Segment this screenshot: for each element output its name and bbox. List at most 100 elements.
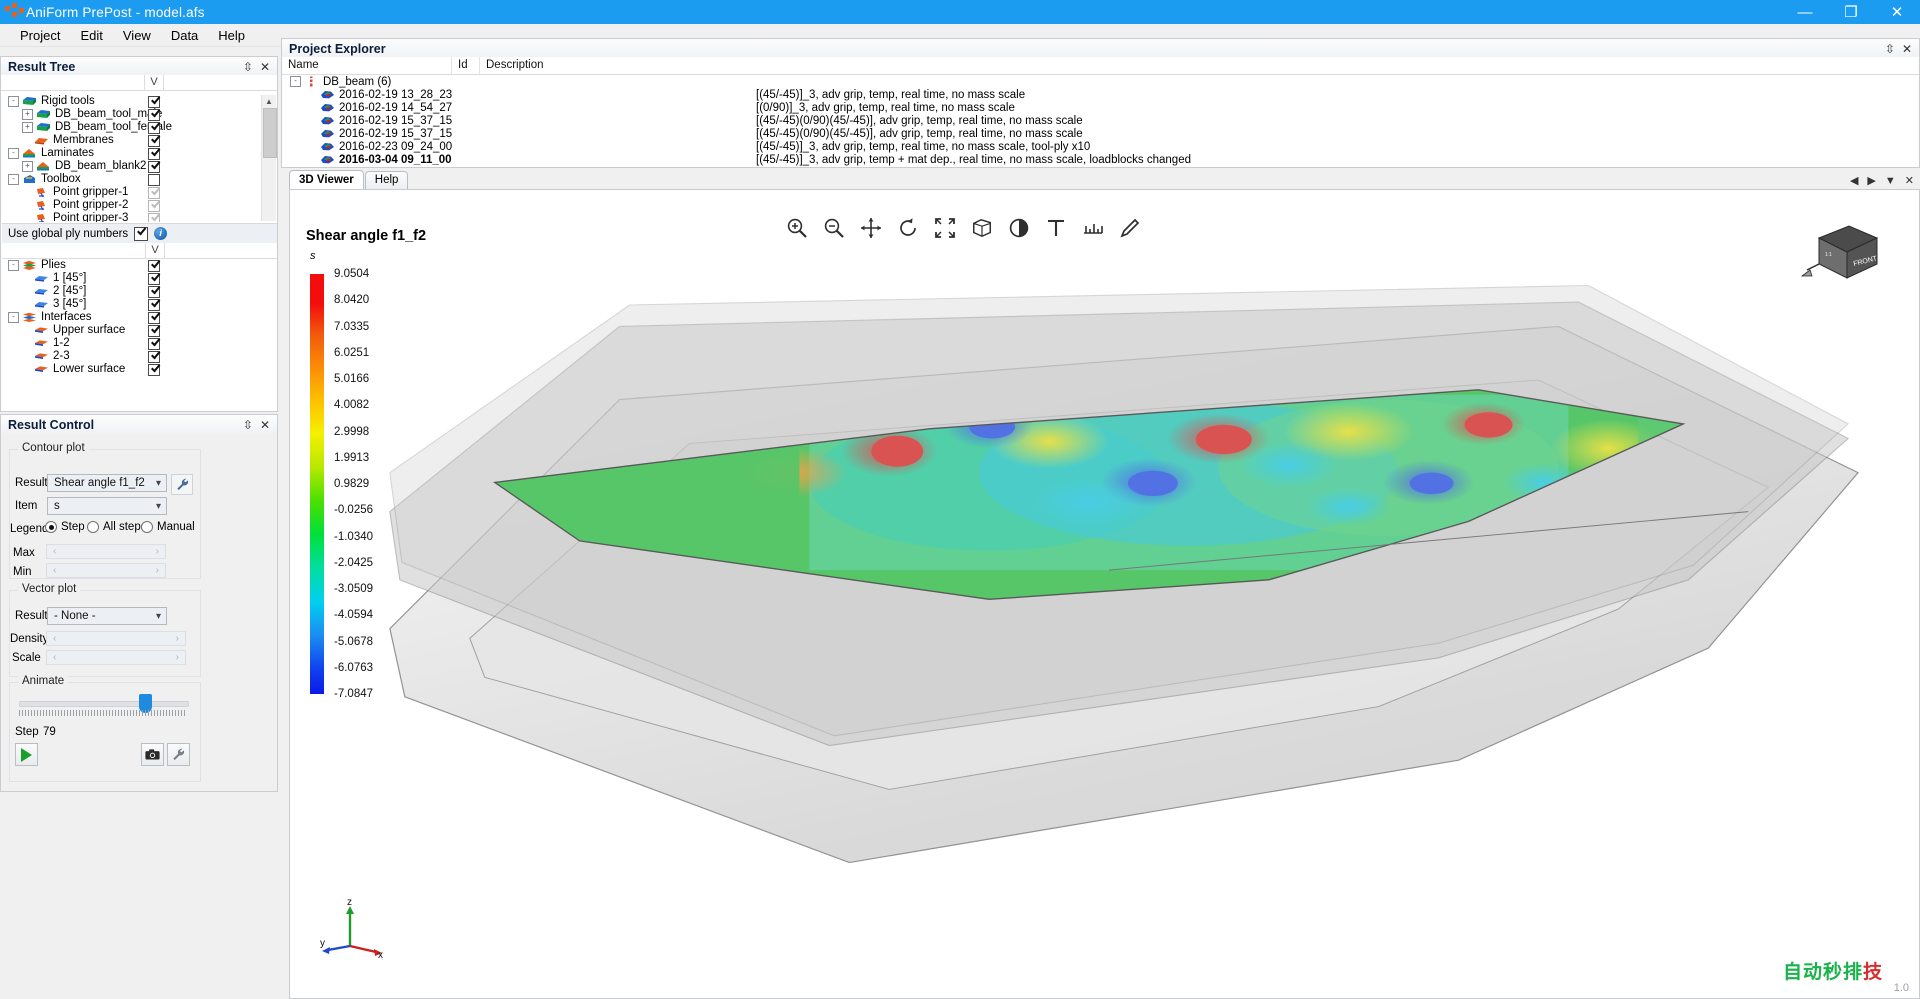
tree-item-membranes[interactable]: Membranes: [2, 134, 278, 147]
tree-item-visibility-checkbox[interactable]: [148, 122, 160, 134]
pin-icon[interactable]: ⇳: [243, 60, 253, 74]
close-button[interactable]: ✕: [1874, 0, 1920, 24]
tab-menu-icon[interactable]: ▼: [1885, 175, 1896, 187]
tree-item-db-beam-tool-female[interactable]: +DB_beam_tool_female: [2, 121, 278, 134]
tree-item-visibility-checkbox[interactable]: [148, 200, 160, 212]
nudge-left-icon[interactable]: ‹: [53, 565, 56, 576]
tree-item-visibility-checkbox[interactable]: [148, 299, 160, 311]
project-explorer-row[interactable]: 2016-02-23 09_24_00[(45/-45)]_3, adv gri…: [282, 140, 1919, 153]
tree-item-point-gripper-2[interactable]: Point gripper-2: [2, 199, 278, 212]
tab-prev-icon[interactable]: ◀: [1850, 174, 1858, 187]
model-render[interactable]: [290, 190, 1919, 998]
tab-next-icon[interactable]: ▶: [1867, 174, 1875, 187]
close-icon[interactable]: ✕: [1902, 42, 1912, 56]
tree-scrollbar[interactable]: ▲: [261, 95, 276, 221]
tree-item-3-45[interactable]: 3 [45°]: [2, 298, 278, 311]
tree-item-visibility-checkbox[interactable]: [148, 273, 160, 285]
project-explorer-row[interactable]: 2016-02-19 15_37_15[(45/-45)(0/90)(45/-4…: [282, 127, 1919, 140]
tree-item-visibility-checkbox[interactable]: [148, 364, 160, 376]
tree-item-visibility-checkbox[interactable]: [148, 286, 160, 298]
tree-item-1-45[interactable]: 1 [45°]: [2, 272, 278, 285]
column-description[interactable]: Description: [480, 57, 1919, 74]
contour-item-select[interactable]: s ▾: [47, 497, 167, 515]
project-explorer-row[interactable]: 2016-03-04 09_11_00[(45/-45)]_3, adv gri…: [282, 153, 1919, 166]
scroll-up-icon[interactable]: ▲: [262, 95, 276, 108]
animate-settings-button[interactable]: [167, 743, 190, 766]
tree-item-visibility-checkbox[interactable]: [148, 109, 160, 121]
tree-item-visibility-checkbox[interactable]: [148, 351, 160, 363]
animate-play-button[interactable]: [15, 743, 38, 766]
tree-item-visibility-checkbox[interactable]: [148, 174, 160, 186]
contour-result-select[interactable]: Shear angle f1_f2 ▾: [47, 474, 167, 492]
tree-item-db-beam-tool-male[interactable]: +DB_beam_tool_male: [2, 108, 278, 121]
pin-icon[interactable]: ⇳: [243, 418, 253, 432]
tree-item-2-45[interactable]: 2 [45°]: [2, 285, 278, 298]
tree-item-visibility-checkbox[interactable]: [148, 96, 160, 108]
vector-density-slider[interactable]: ‹ ›: [46, 631, 186, 646]
tree-item-visibility-checkbox[interactable]: [148, 187, 160, 199]
expand-icon[interactable]: +: [22, 109, 33, 120]
collapse-icon[interactable]: -: [290, 76, 301, 87]
scroll-thumb[interactable]: [263, 108, 277, 158]
expand-icon[interactable]: +: [22, 122, 33, 133]
minimize-button[interactable]: —: [1782, 0, 1828, 24]
tree-item-interfaces[interactable]: -Interfaces: [2, 311, 278, 324]
tab-3d-viewer[interactable]: 3D Viewer: [289, 170, 364, 189]
maximize-button[interactable]: ❐: [1828, 0, 1874, 24]
tree-item-visibility-checkbox[interactable]: [148, 213, 160, 223]
viewer-canvas[interactable]: Shear angle f1_f2 s: [289, 189, 1920, 999]
collapse-icon[interactable]: -: [8, 96, 19, 107]
nudge-right-icon[interactable]: ›: [176, 633, 179, 644]
tree-item-visibility-checkbox[interactable]: [148, 161, 160, 173]
tree-item-point-gripper-3[interactable]: Point gripper-3: [2, 212, 278, 222]
tree-item-visibility-checkbox[interactable]: [148, 135, 160, 147]
menu-help[interactable]: Help: [208, 26, 255, 45]
menu-project[interactable]: Project: [10, 26, 70, 45]
tree-item-visibility-checkbox[interactable]: [148, 260, 160, 272]
column-id[interactable]: Id: [452, 57, 480, 74]
tree-item-db-beam-blank2[interactable]: +DB_beam_blank2: [2, 160, 278, 173]
tree-item-visibility-checkbox[interactable]: [148, 312, 160, 324]
collapse-icon[interactable]: -: [8, 174, 19, 185]
contour-max-slider[interactable]: ‹ ›: [46, 544, 166, 559]
project-explorer-row[interactable]: 2016-02-19 15_37_15[(45/-45)(0/90)(45/-4…: [282, 114, 1919, 127]
tree-item-laminates[interactable]: -Laminates: [2, 147, 278, 160]
project-explorer-row[interactable]: 2016-02-19 13_28_23[(45/-45)]_3, adv gri…: [282, 88, 1919, 101]
pin-icon[interactable]: ⇳: [1885, 42, 1895, 56]
snapshot-button[interactable]: [141, 743, 164, 766]
tree-item-upper-surface[interactable]: Upper surface: [2, 324, 278, 337]
tree-item-rigid-tools[interactable]: -Rigid tools: [2, 95, 278, 108]
project-explorer-root-row[interactable]: -DB_beam (6): [282, 75, 1919, 88]
close-icon[interactable]: ✕: [260, 418, 270, 432]
contour-result-settings-button[interactable]: [171, 474, 193, 495]
column-name[interactable]: Name: [282, 57, 452, 74]
tree-item-visibility-checkbox[interactable]: [148, 325, 160, 337]
nudge-left-icon[interactable]: ‹: [53, 652, 56, 663]
collapse-icon[interactable]: -: [8, 260, 19, 271]
vector-scale-slider[interactable]: ‹ ›: [46, 650, 186, 665]
nudge-right-icon[interactable]: ›: [156, 565, 159, 576]
tree-item-toolbox[interactable]: -Toolbox: [2, 173, 278, 186]
menu-view[interactable]: View: [113, 26, 161, 45]
tree-item-1-2[interactable]: 1-2: [2, 337, 278, 350]
animate-slider-track[interactable]: [19, 701, 189, 707]
nudge-left-icon[interactable]: ‹: [53, 633, 56, 644]
tree-item-point-gripper-1[interactable]: Point gripper-1: [2, 186, 278, 199]
tab-close-icon[interactable]: ✕: [1905, 174, 1914, 187]
global-ply-numbers-checkbox[interactable]: [134, 227, 148, 241]
project-explorer-row[interactable]: 2016-02-19 14_54_27[(0/90)]_3, adv grip,…: [282, 101, 1919, 114]
nudge-right-icon[interactable]: ›: [156, 546, 159, 557]
tree-item-visibility-checkbox[interactable]: [148, 338, 160, 350]
tree-item-plies[interactable]: -Plies: [2, 259, 278, 272]
info-icon[interactable]: i: [154, 227, 167, 240]
menu-data[interactable]: Data: [161, 26, 208, 45]
close-icon[interactable]: ✕: [260, 60, 270, 74]
collapse-icon[interactable]: -: [8, 312, 19, 323]
legend-mode-all-steps[interactable]: All steps: [87, 521, 146, 533]
tree-item-visibility-checkbox[interactable]: [148, 148, 160, 160]
legend-mode-step[interactable]: Step: [45, 521, 85, 533]
tree-item-lower-surface[interactable]: Lower surface: [2, 363, 278, 376]
orientation-cube[interactable]: FRONT 1:1: [1797, 220, 1887, 290]
legend-mode-manual[interactable]: Manual: [141, 521, 195, 533]
nudge-right-icon[interactable]: ›: [176, 652, 179, 663]
